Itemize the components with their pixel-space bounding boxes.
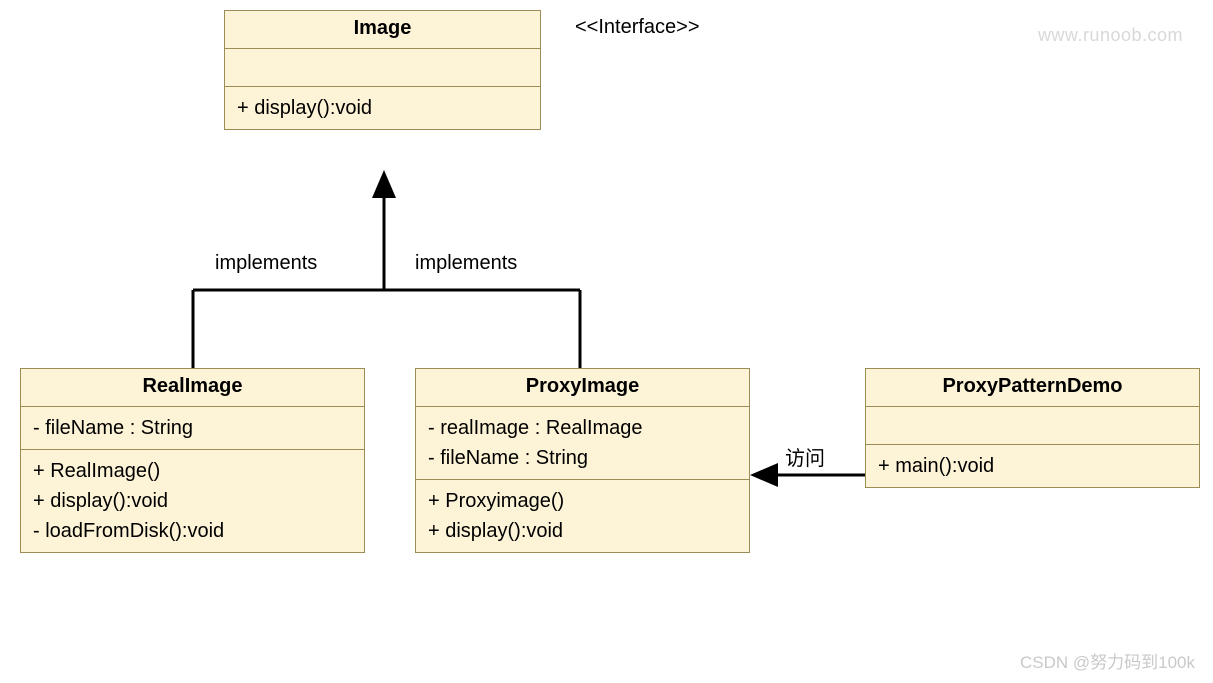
method-item: + display():void [33,486,352,516]
class-image: Image + display():void [224,10,541,130]
attr-item: - realImage : RealImage [428,413,737,443]
class-realimage-attributes: - fileName : String [21,407,364,450]
class-proxypatterndemo: ProxyPatternDemo + main():void [865,368,1200,488]
label-access: 访问 [785,442,825,471]
method-item: + display():void [428,516,737,546]
method-item: - loadFromDisk():void [33,516,352,546]
class-proxyimage: ProxyImage - realImage : RealImage - fil… [415,368,750,553]
method-item: + Proxyimage() [428,486,737,516]
interface-stereotype: <<Interface>> [575,16,700,39]
class-proxyimage-methods: + Proxyimage() + display():void [416,480,749,552]
class-proxyimage-attributes: - realImage : RealImage - fileName : Str… [416,407,749,480]
label-implements-right: implements [415,252,517,275]
method-item: + RealImage() [33,456,352,486]
class-demo-methods: + main():void [866,445,1199,487]
class-realimage: RealImage - fileName : String + RealImag… [20,368,365,553]
class-demo-name: ProxyPatternDemo [866,369,1199,407]
connectors-svg [0,0,1213,683]
class-demo-attributes [866,407,1199,445]
class-image-attributes [225,49,540,87]
class-realimage-methods: + RealImage() + display():void - loadFro… [21,450,364,552]
watermark-top: www.runoob.com [1038,25,1183,46]
attr-item: - fileName : String [33,413,352,443]
class-image-methods: + display():void [225,87,540,129]
watermark-bottom: CSDN @努力码到100k [1020,648,1195,673]
method-item: + display():void [237,93,528,123]
label-implements-left: implements [215,252,317,275]
class-image-name: Image [225,11,540,49]
method-item: + main():void [878,451,1187,481]
class-proxyimage-name: ProxyImage [416,369,749,407]
class-realimage-name: RealImage [21,369,364,407]
attr-item: - fileName : String [428,443,737,473]
